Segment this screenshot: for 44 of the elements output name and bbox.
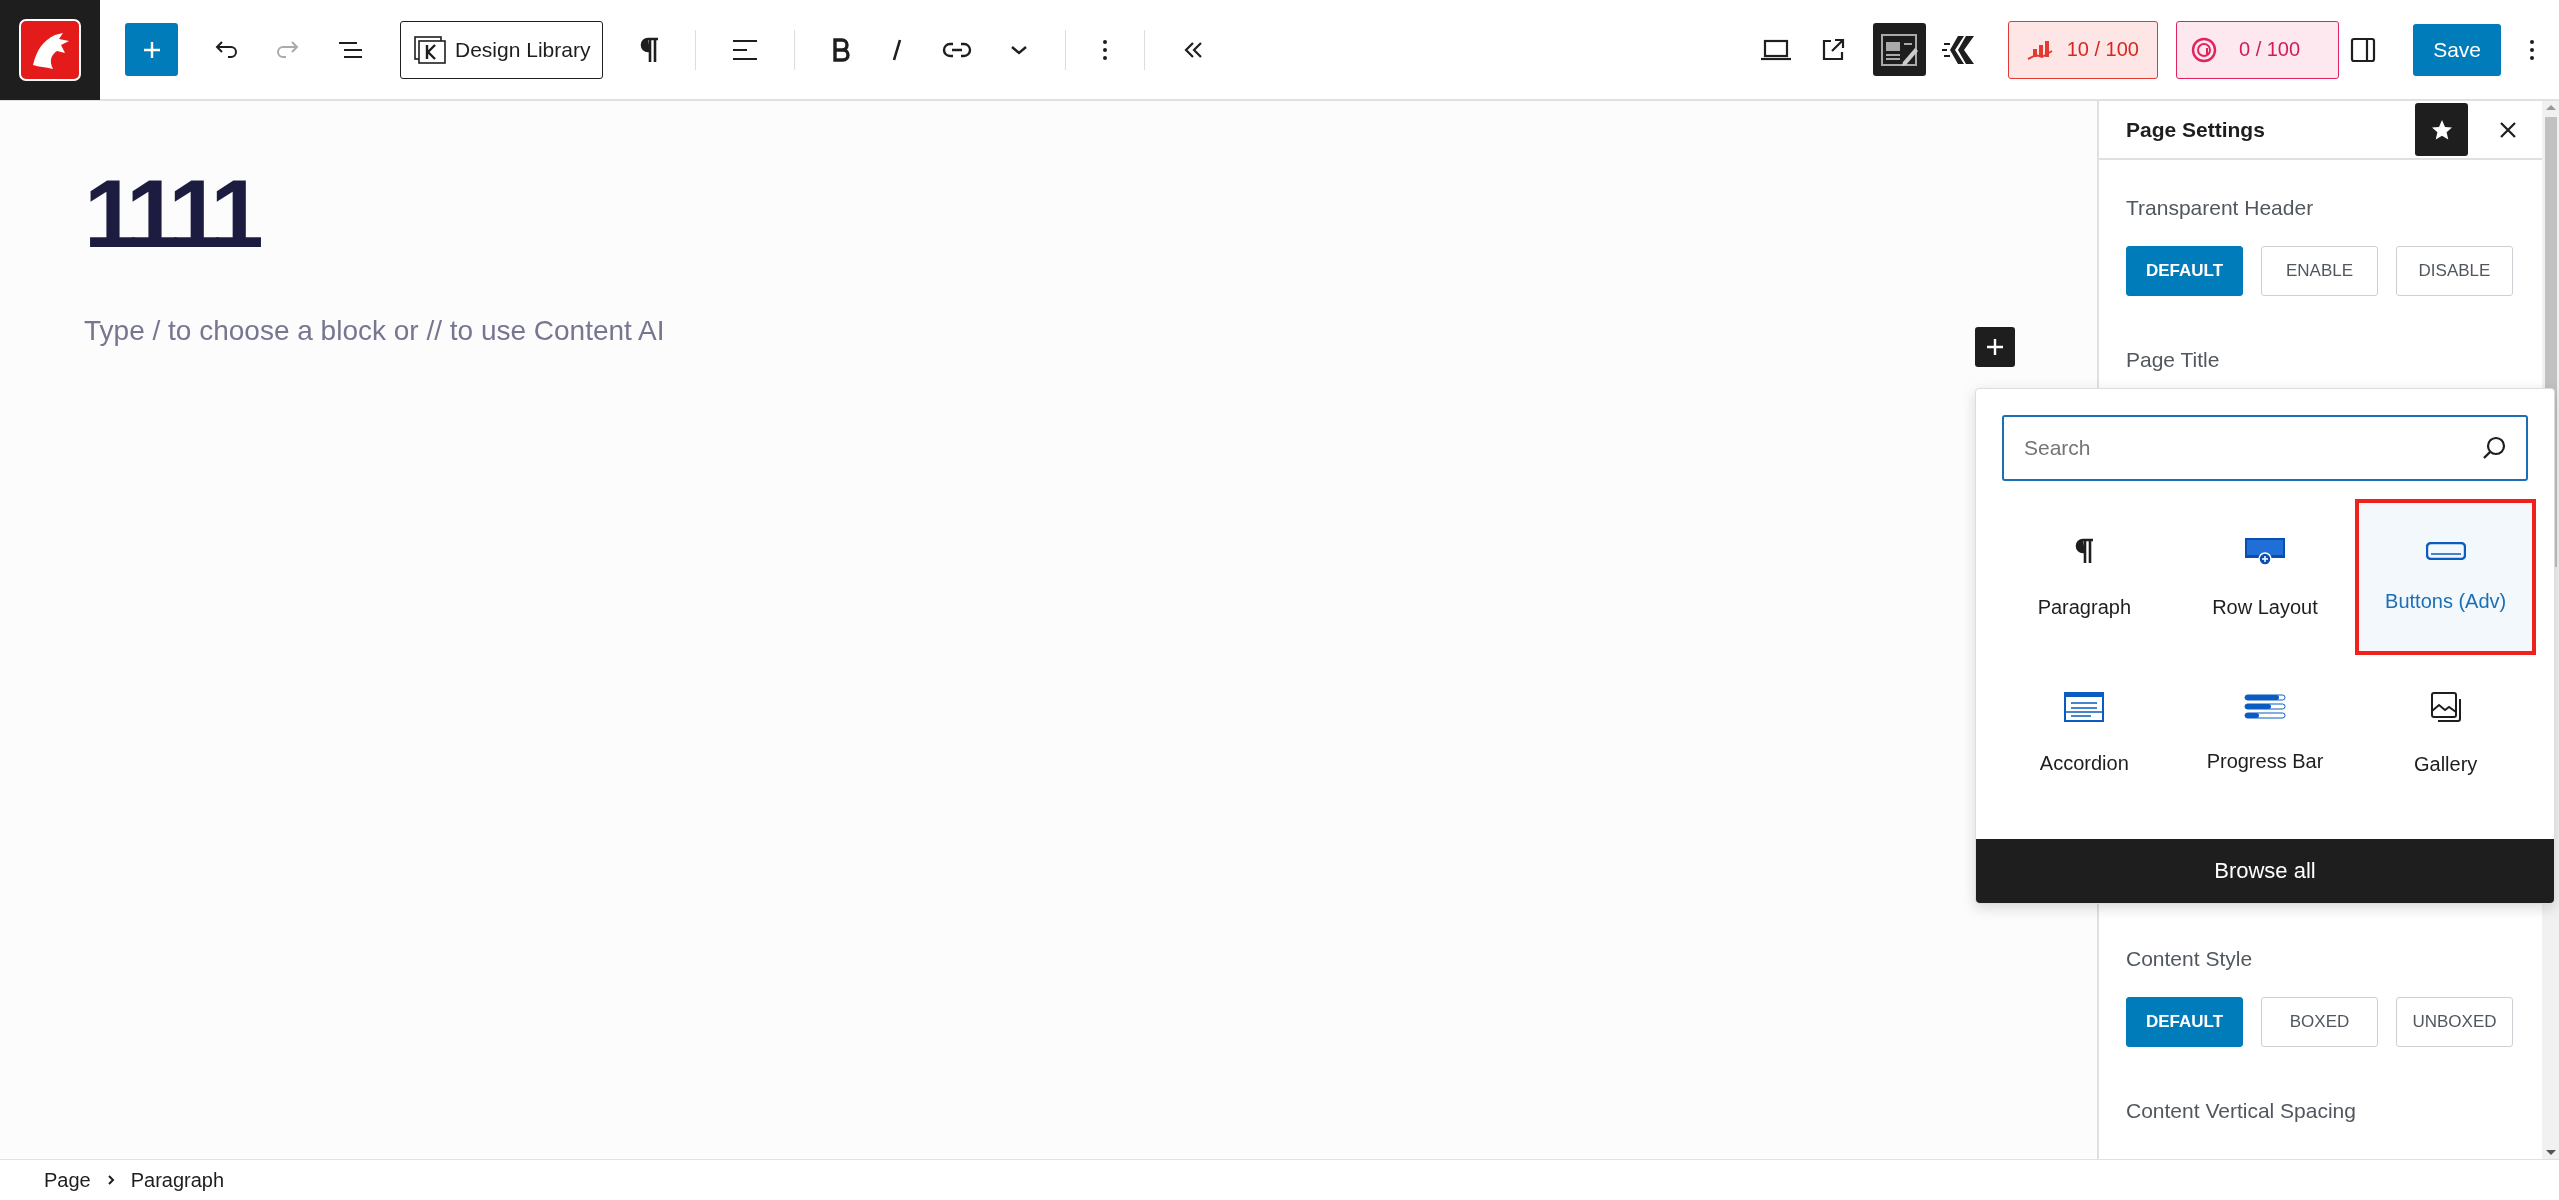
setting-label: Content Vertical Spacing — [2126, 1099, 2357, 1123]
button-shape-icon — [2425, 541, 2466, 560]
sidebar-toggle-icon[interactable] — [2349, 35, 2378, 64]
option-button[interactable]: DISABLE — [2396, 246, 2513, 296]
sidebar-title: Page Settings — [2126, 117, 2266, 142]
library-icon — [413, 34, 447, 65]
block-placeholder[interactable]: Type / to choose a block or // to use Content AI — [84, 314, 665, 347]
score-badge[interactable]: 0 / 100 — [2175, 20, 2340, 79]
search-field[interactable]: Search — [2002, 415, 2528, 481]
accordion-icon — [2064, 691, 2105, 722]
chart-icon — [2026, 38, 2053, 61]
close-icon[interactable] — [2498, 119, 2518, 140]
block-item[interactable]: Buttons (Adv) — [2355, 499, 2536, 655]
breadcrumb-link[interactable]: Paragraph — [130, 1168, 225, 1192]
browse-all-button[interactable]: Browse all — [1976, 839, 2554, 903]
option-button[interactable]: ENABLE — [2261, 246, 2378, 296]
block-item[interactable]: Row Layout — [2174, 499, 2356, 655]
setting-label: Page Title — [2126, 348, 2221, 372]
setting-label: Transparent Header — [2126, 196, 2315, 220]
breadcrumb-link[interactable]: Page — [44, 1168, 91, 1192]
progress-bars-icon — [2244, 693, 2286, 720]
star-button[interactable] — [2415, 103, 2468, 156]
ai-icon — [2190, 36, 2217, 63]
score-badge[interactable]: 10 / 100 — [2007, 20, 2158, 79]
option-button[interactable]: DEFAULT — [2126, 997, 2243, 1047]
score-text: 0 / 100 — [2238, 38, 2301, 61]
block-item[interactable]: Paragraph — [1994, 499, 2175, 655]
site-logo[interactable] — [0, 0, 100, 100]
option-button[interactable]: DEFAULT — [2126, 246, 2243, 296]
gallery-icon — [2429, 690, 2462, 723]
row-layout-icon — [2244, 535, 2286, 566]
design-library-button[interactable]: Design Library — [400, 20, 604, 79]
score-text: 10 / 100 — [2066, 38, 2139, 61]
option-button[interactable]: BOXED — [2261, 997, 2378, 1047]
post-title[interactable]: 1111 — [84, 161, 270, 267]
block-item[interactable]: Progress Bar — [2174, 655, 2356, 811]
add-block-button[interactable] — [1975, 327, 2015, 367]
block-item[interactable]: Accordion — [1994, 655, 2175, 811]
plus-icon — [1985, 337, 2005, 357]
setting-label: Content Style — [2126, 947, 2254, 971]
page-editor-icon[interactable] — [1872, 23, 1926, 76]
save-button[interactable]: Save — [2413, 23, 2501, 76]
block-item[interactable]: Gallery — [2355, 655, 2536, 811]
option-button[interactable]: UNBOXED — [2396, 997, 2513, 1047]
